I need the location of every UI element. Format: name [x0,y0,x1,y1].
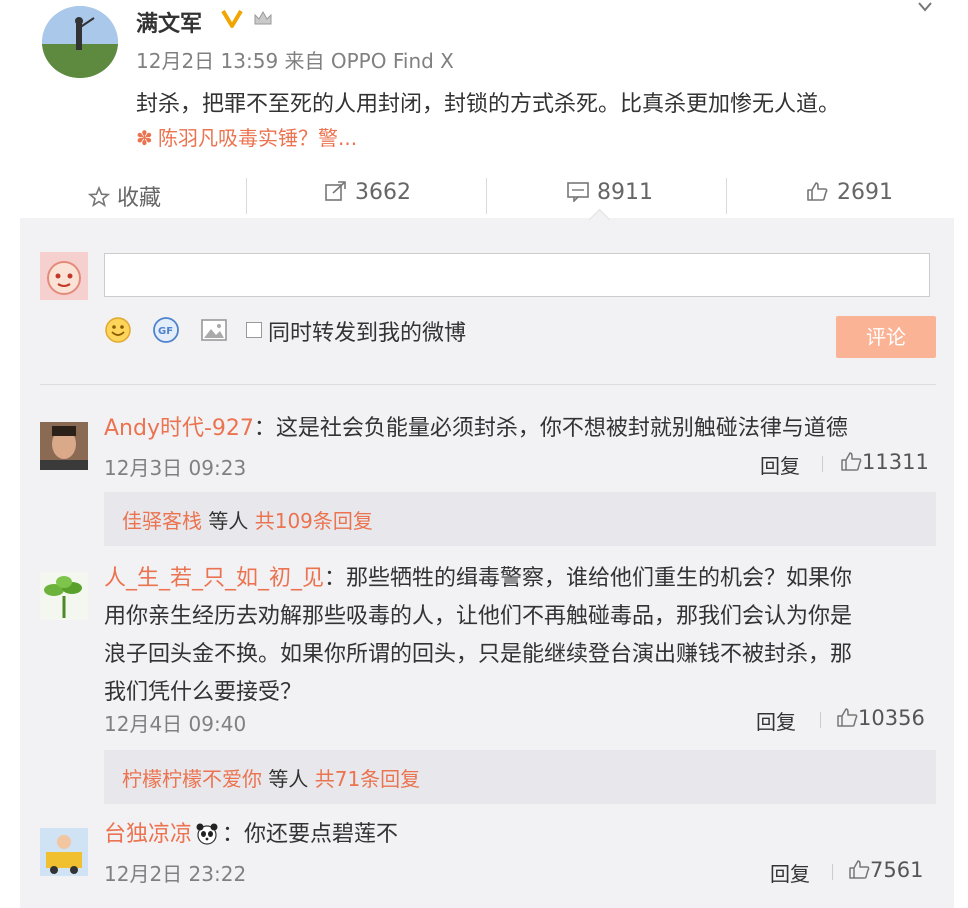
comment-body-line-1: ：那些牺牲的缉毒警察，谁给他们重生的机会？如果你 [324,566,853,591]
panda-icon [194,823,220,845]
topic-link[interactable]: ✽ 陈羽凡吸毒实锤？警... [136,122,357,151]
reply-button[interactable]: 回复 [760,450,800,479]
like-icon [848,858,870,880]
comment-like-count: 10356 [858,706,925,730]
my-avatar [40,252,88,300]
action-divider [246,178,247,214]
comment-like-count: 11311 [862,450,929,474]
gif-icon[interactable]: GF [152,316,180,344]
image-icon[interactable] [200,316,228,344]
comment-like-count: 7561 [870,858,924,882]
comment-text: 台独凉凉 ：你还要点碧莲不 [104,816,398,854]
comment-like-button[interactable]: 11311 [840,450,929,474]
comment-user-link[interactable]: 台独凉凉 [104,822,192,847]
divider [820,712,821,728]
comment-body: ：这是社会负能量必须封杀，你不想被封就别触碰法律与道德 [253,416,848,441]
action-divider [726,178,727,214]
like-icon [840,450,862,472]
crown-icon [251,6,275,30]
star-icon [88,186,110,208]
like-button[interactable]: 2691 [806,180,893,205]
repost-count: 3662 [355,180,411,205]
like-icon [806,180,830,202]
comment-user-link[interactable]: Andy时代-927 [104,416,254,441]
submit-comment-button[interactable]: 评论 [836,316,936,358]
divider [832,864,833,880]
panel-divider [40,384,936,385]
sub-replies-summary[interactable]: 柠檬柠檬不爱你 等人 共71条回复 [122,763,420,792]
sub-reply-user[interactable]: 柠檬柠檬不爱你 [122,767,262,791]
post-text: 封杀，把罪不至死的人用封闭，封锁的方式杀死。比真杀更加惨无人道。 [136,92,841,117]
action-divider [486,178,487,214]
sub-reply-count[interactable]: 共109条回复 [255,509,373,533]
comment-date: 12月2日 23:22 [104,862,247,886]
post-meta: 12月2日 13:59 来自 OPPO Find X [136,49,454,73]
author-avatar[interactable] [42,6,118,78]
favorite-label: 收藏 [117,186,162,211]
like-count: 2691 [837,180,893,205]
comment-input[interactable] [104,253,930,297]
comment-like-button[interactable]: 10356 [836,706,925,730]
divider [822,456,823,472]
favorite-button[interactable]: 收藏 [88,180,161,212]
comment-like-button[interactable]: 7561 [848,858,923,882]
commenter-avatar[interactable] [40,572,88,620]
comment-count: 8911 [597,180,653,205]
comment-text: Andy时代-927：这是社会负能量必须封杀，你不想被封就别触碰法律与道德 [104,410,848,448]
repost-checkbox[interactable] [246,322,262,338]
sub-reply-user[interactable]: 佳驿客栈 [122,509,202,533]
commenter-avatar[interactable] [40,828,88,876]
sub-reply-middle: 等人 [202,509,255,533]
comment-icon [566,180,590,202]
comment-body-line-2: 用你亲生经历去劝解那些吸毒的人，让他们不再触碰毒品，那我们会认为你是 [104,604,853,629]
reply-button[interactable]: 回复 [770,858,810,887]
like-icon [836,706,858,728]
action-bar: 收藏 3662 8911 2691 [0,170,968,224]
vip-badge-icon [220,6,244,30]
commenter-avatar[interactable] [40,422,88,470]
comment-button[interactable]: 8911 [566,180,653,205]
topic-label: 陈羽凡吸毒实锤？警... [158,126,358,150]
comment-text: 人_生_若_只_如_初_见：那些牺牲的缉毒警察，谁给他们重生的机会？如果你 [104,560,852,598]
repost-button[interactable]: 3662 [324,180,411,205]
topic-icon: ✽ [136,126,153,150]
comment-body-line-4: 我们凭什么要接受？ [104,680,303,705]
repost-checkbox-label[interactable]: 同时转发到我的微博 [268,315,466,347]
repost-icon [324,180,348,202]
comment-body-line-3: 浪子回头金不换。如果你所谓的回头，只是能继续登台演出赚钱不被封杀，那 [104,642,853,667]
comment-body: ：你还要点碧莲不 [222,822,399,847]
sub-reply-middle: 等人 [262,767,315,791]
reply-button[interactable]: 回复 [756,706,796,735]
comment-date: 12月4日 09:40 [104,712,247,736]
dropdown-icon[interactable] [916,0,934,14]
sub-reply-count[interactable]: 共71条回复 [315,767,420,791]
comment-date: 12月3日 09:23 [104,456,247,480]
comment-user-link[interactable]: 人_生_若_只_如_初_见 [104,566,324,591]
sub-replies-summary[interactable]: 佳驿客栈 等人 共109条回复 [122,505,373,534]
author-name[interactable]: 满文军 [136,6,202,38]
svg-text:GF: GF [158,326,173,337]
emoji-icon[interactable] [104,316,132,344]
